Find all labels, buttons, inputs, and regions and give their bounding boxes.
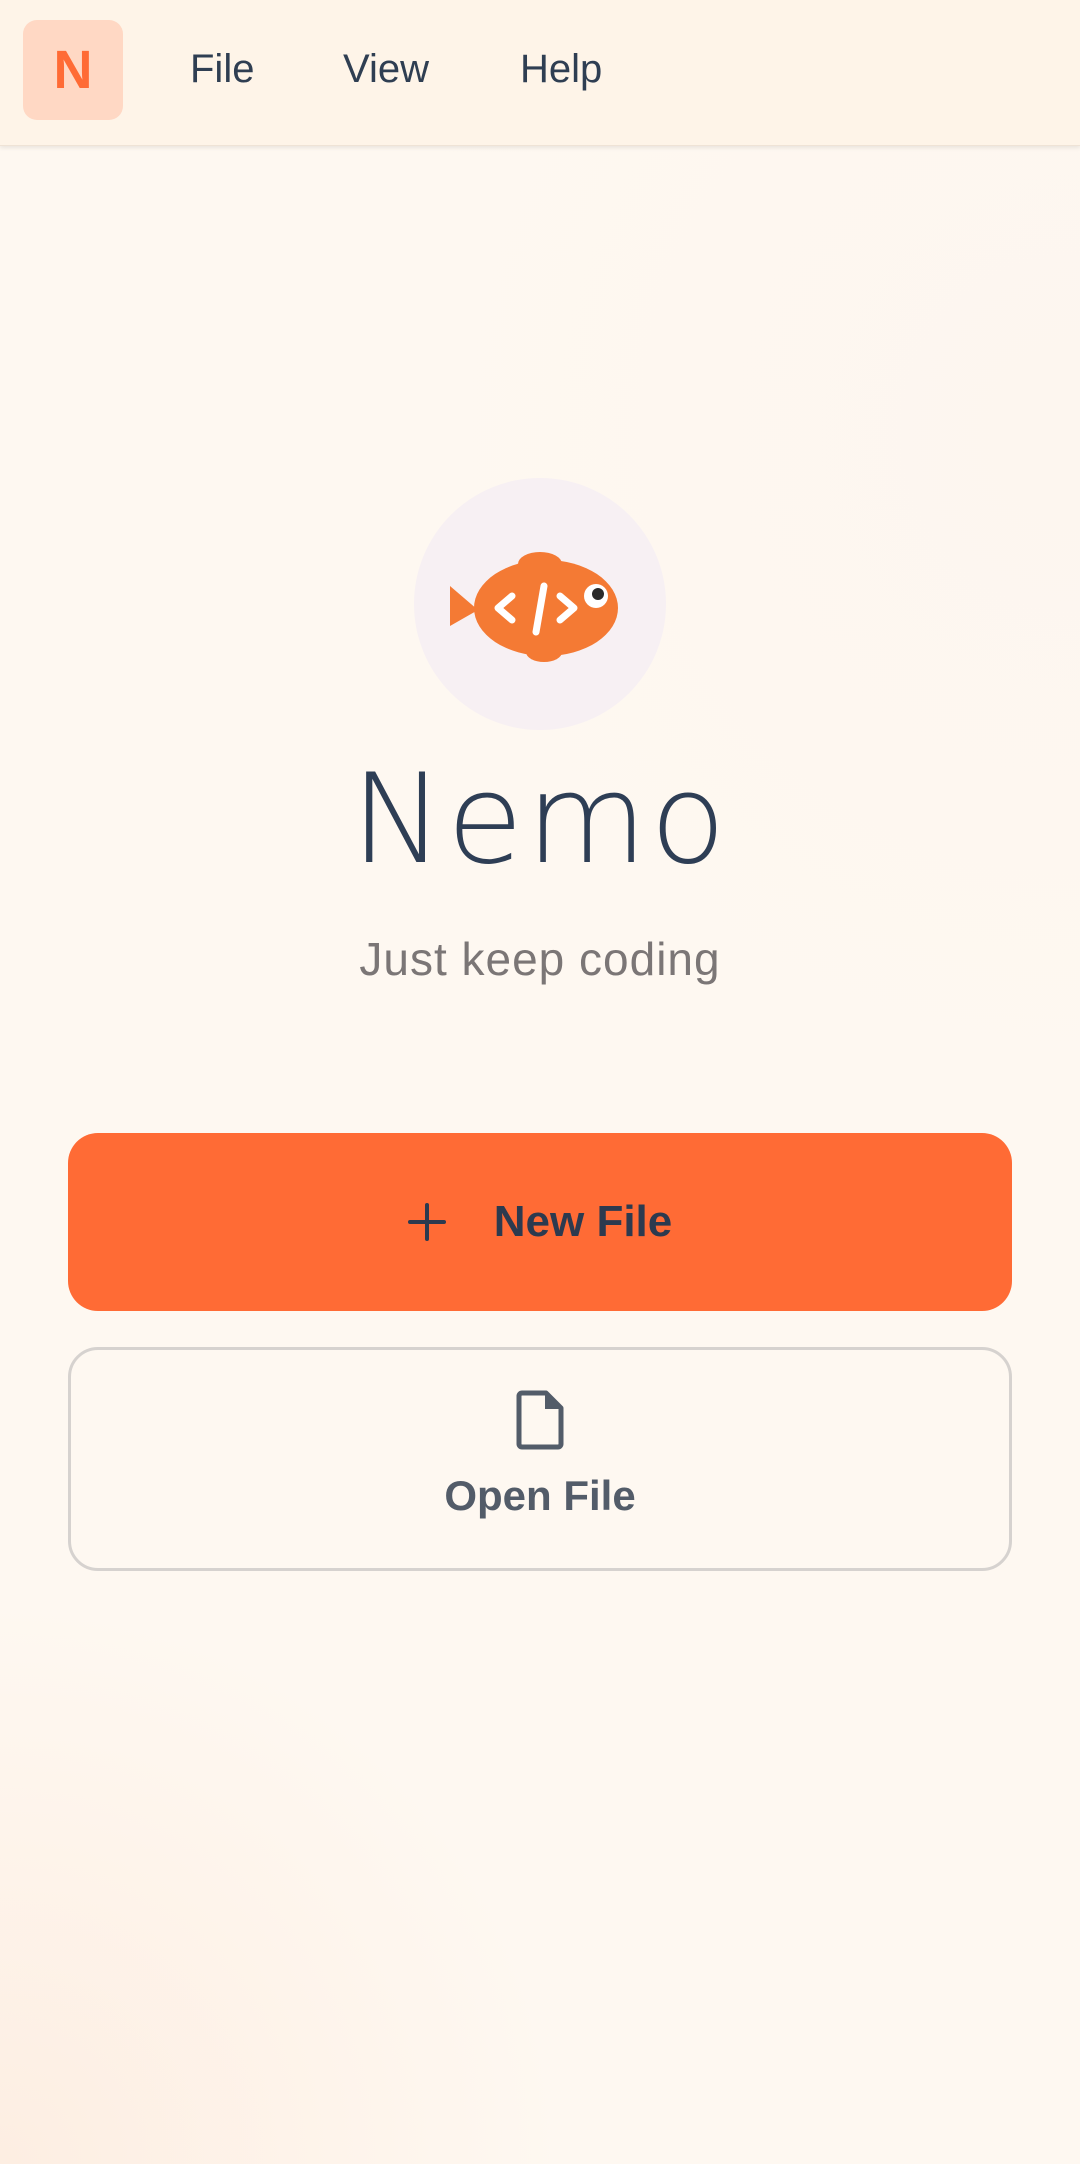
app-logo bbox=[414, 478, 666, 730]
file-icon bbox=[516, 1390, 564, 1450]
menu-view[interactable]: View bbox=[343, 0, 429, 138]
app-tagline: Just keep coding bbox=[359, 933, 721, 985]
app-logo-letter: N bbox=[53, 40, 93, 100]
new-file-button[interactable]: New File bbox=[68, 1133, 1012, 1311]
app-logo-badge[interactable]: N bbox=[23, 20, 123, 120]
new-file-label: New File bbox=[493, 1197, 673, 1246]
open-file-button[interactable]: Open File bbox=[68, 1347, 1012, 1571]
app-title: Nemo bbox=[351, 748, 729, 892]
plus-icon bbox=[407, 1203, 446, 1241]
menu-file[interactable]: File bbox=[190, 0, 254, 138]
open-file-label: Open File bbox=[444, 1472, 636, 1519]
menu-help[interactable]: Help bbox=[520, 0, 602, 138]
fish-code-icon bbox=[450, 552, 618, 662]
menu-bar: N File View Help bbox=[0, 0, 1080, 146]
